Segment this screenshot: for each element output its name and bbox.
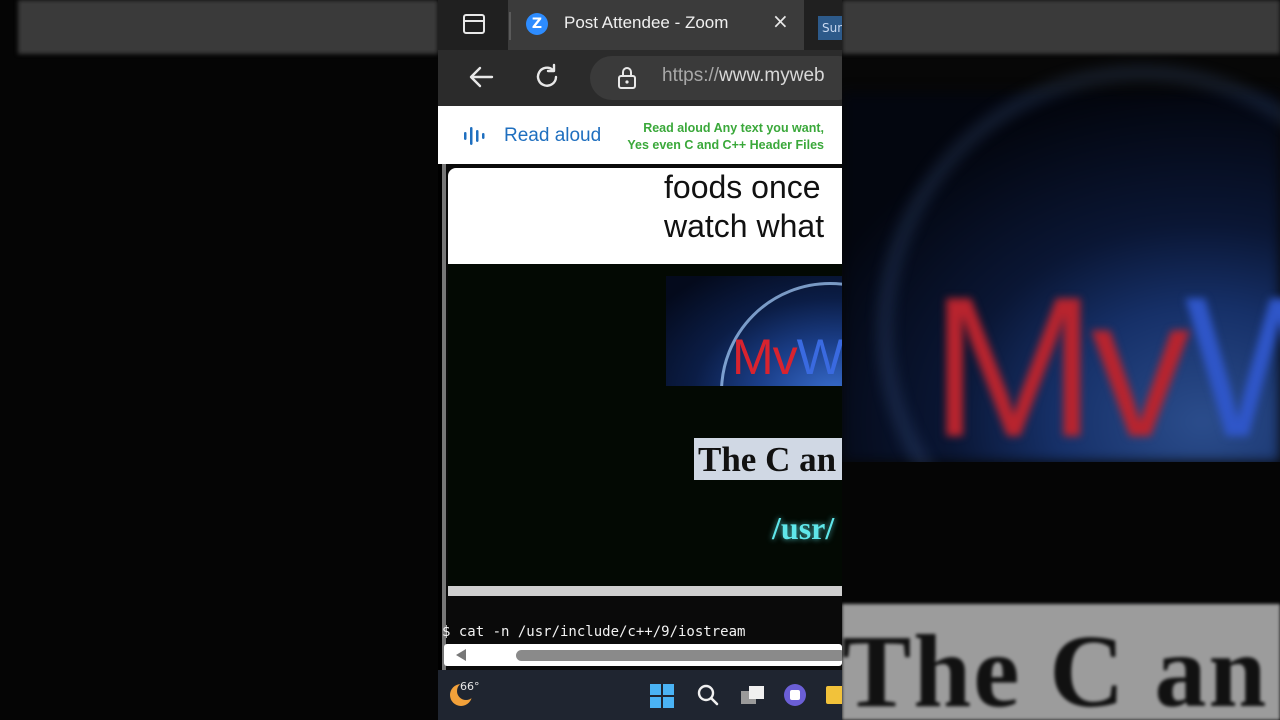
video-title-text: The C an	[698, 440, 837, 479]
windows-tile	[663, 697, 674, 708]
address-bar: https://www.myweb	[438, 50, 842, 106]
windows-start-icon[interactable]	[650, 684, 674, 708]
zoom-logo-icon: Z	[526, 13, 548, 35]
read-aloud-icon[interactable]	[462, 124, 488, 148]
page-content: foods once watch what MvW The C an /usr/…	[442, 164, 842, 670]
blurred-title-banner: The C an	[842, 604, 1280, 720]
read-aloud-button[interactable]: Read aloud	[504, 125, 601, 147]
read-aloud-caption-line2: Yes even C and C++ Header Files	[627, 138, 824, 152]
file-explorer-icon[interactable]	[826, 686, 842, 704]
blurred-dark-area	[842, 462, 1280, 602]
blurred-logo-blue: W	[1184, 256, 1280, 479]
article-text-box: foods once watch what	[448, 168, 842, 264]
left-blurred-topbar	[18, 0, 438, 54]
reload-icon[interactable]	[532, 62, 562, 92]
terminal-command: $ cat -n /usr/include/c++/9/iostream	[442, 624, 746, 640]
article-line-1: foods once	[664, 169, 821, 205]
content-frame-edge	[442, 164, 446, 670]
site-logo: MvW	[666, 276, 842, 386]
weather-temperature[interactable]: 66°	[460, 680, 480, 693]
article-line-2: watch what	[664, 208, 825, 244]
windows-tile	[650, 684, 661, 695]
video-frame: MvW The C an Z Post Attendee - Zoom × Su…	[0, 0, 1280, 720]
read-aloud-caption: Read aloud Any text you want, Yes even C…	[610, 120, 824, 154]
browser-window: Z Post Attendee - Zoom × Sun https://www…	[438, 0, 842, 720]
right-blurred-backdrop: MvW The C an	[842, 0, 1280, 720]
scrollbar-thumb[interactable]	[516, 650, 842, 661]
content-divider	[448, 586, 842, 596]
chat-icon[interactable]	[784, 684, 806, 706]
taskbar: 66°	[438, 670, 842, 720]
url-scheme: https://	[662, 65, 720, 86]
tab-next[interactable]: Sun	[818, 16, 842, 40]
windows-tile	[663, 684, 674, 695]
left-blurred-backdrop	[0, 0, 438, 720]
embedded-video[interactable]: MvW The C an /usr/	[448, 264, 842, 586]
logo-text: MvW	[732, 332, 842, 382]
blurred-banner-text: The C an	[842, 614, 1269, 720]
path-caption: /usr/	[772, 510, 835, 546]
tab-bar: Z Post Attendee - Zoom × Sun	[438, 0, 842, 50]
logo-text-blue: W	[796, 329, 842, 385]
right-blurred-topbar	[842, 0, 1280, 54]
close-icon[interactable]: ×	[772, 11, 789, 31]
search-icon[interactable]	[696, 683, 720, 707]
lock-icon[interactable]	[616, 65, 638, 91]
scroll-left-arrow-icon[interactable]	[456, 649, 466, 661]
horizontal-scrollbar[interactable]	[444, 644, 842, 666]
read-aloud-caption-line1: Read aloud Any text you want,	[643, 121, 824, 135]
tab-divider	[509, 12, 511, 40]
tab-title: Post Attendee - Zoom	[564, 13, 729, 32]
blurred-logo-red: Mv	[930, 256, 1191, 479]
sidebar-toggle-icon[interactable]	[463, 14, 485, 34]
blurred-logo: MvW	[930, 268, 1280, 468]
article-text: foods once watch what	[664, 168, 824, 246]
logo-text-red: Mv	[732, 329, 798, 385]
video-title-badge: The C an	[694, 438, 842, 480]
read-aloud-toolbar: Read aloud Read aloud Any text you want,…	[438, 106, 842, 164]
url-text: https://www.myweb	[662, 65, 825, 87]
back-arrow-icon[interactable]	[466, 62, 496, 92]
url-host: www.myweb	[719, 65, 825, 86]
task-view-icon[interactable]	[740, 684, 766, 706]
windows-tile	[650, 697, 661, 708]
